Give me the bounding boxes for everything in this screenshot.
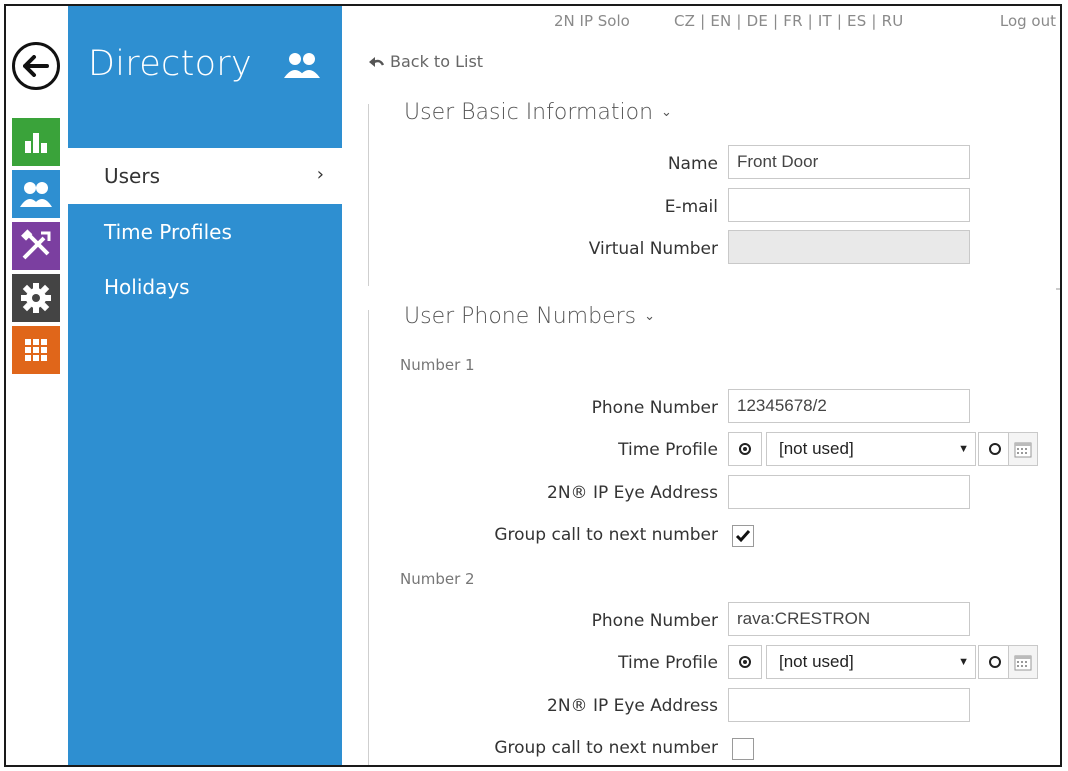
time-profile-value: [not used] [779,439,854,458]
status-chart-icon[interactable] [12,118,60,166]
services-grid-icon[interactable] [12,326,60,374]
ip-eye-address-label: 2N® IP Eye Address [547,483,718,503]
radio-checked-icon [739,443,751,455]
time-profile-select[interactable]: [not used] ▼ [766,645,976,679]
time-profile-radio-custom[interactable] [978,645,1012,679]
time-profile-radio-custom[interactable] [978,432,1012,466]
sidebar-item-holidays[interactable]: Holidays [68,259,342,315]
email-label: E-mail [664,197,718,217]
number-2-heading: Number 2 [400,570,475,588]
section-divider [368,104,377,286]
dropdown-arrow-icon: ▼ [958,443,969,455]
chevron-right-icon: › [316,164,324,185]
section-divider [368,310,377,765]
users-icon [282,50,322,84]
logout-link[interactable]: Log out [1000,12,1056,30]
sidebar-item-label: Holidays [104,275,190,299]
section-title: User Basic Information [404,100,654,125]
language-selector[interactable]: CZ | EN | DE | FR | IT | ES | RU [674,12,903,30]
radio-unchecked-icon [989,443,1001,455]
time-profile-radio-selected[interactable] [728,432,762,466]
time-profile-radio-selected[interactable] [728,645,762,679]
section-phone-numbers-header[interactable]: User Phone Numbers ⌄ [404,304,655,329]
section-title: User Phone Numbers [404,304,637,329]
sidebar-title: Directory [88,44,253,84]
number-1-heading: Number 1 [400,356,475,374]
time-profile-value: [not used] [779,652,854,671]
ip-eye-address-label: 2N® IP Eye Address [547,696,718,716]
virtual-number-field [728,230,970,264]
group-call-label: Group call to next number [494,525,718,545]
calendar-icon[interactable] [1008,645,1038,679]
phone-number-field[interactable] [728,602,970,636]
group-call-checkbox[interactable] [732,525,754,547]
name-label: Name [667,154,718,174]
dropdown-arrow-icon: ▼ [958,656,969,668]
time-profile-select[interactable]: [not used] ▼ [766,432,976,466]
sidebar-item-label: Users [104,164,161,188]
phone-number-label: Phone Number [591,611,718,631]
phone-number-label: Phone Number [591,398,718,418]
sidebar-item-users[interactable]: Users › [68,148,342,204]
back-to-list-link[interactable]: Back to List [368,52,483,71]
back-arrow-small-icon [369,56,384,67]
ip-eye-address-field[interactable] [728,688,970,722]
name-field[interactable] [728,145,970,179]
main-nav-bar [6,6,68,765]
sidebar-item-time-profiles[interactable]: Time Profiles [68,204,342,260]
chevron-down-icon: ⌄ [661,105,672,120]
calendar-icon[interactable] [1008,432,1038,466]
radio-checked-icon [739,656,751,668]
app-window: Directory Users › Time Profiles Holidays… [4,4,1062,767]
device-name: 2N IP Solo [554,12,630,30]
group-call-label: Group call to next number [494,738,718,758]
back-arrow-icon[interactable] [12,42,60,90]
sidebar: Directory Users › Time Profiles Holidays [68,6,342,765]
group-call-checkbox[interactable] [732,738,754,760]
directory-users-icon[interactable] [12,170,60,218]
email-field[interactable] [728,188,970,222]
back-to-list-label: Back to List [390,52,484,71]
section-basic-info-header[interactable]: User Basic Information ⌄ [404,100,672,125]
scroll-indicator [1056,288,1060,290]
phone-number-field[interactable] [728,389,970,423]
time-profile-label: Time Profile [618,440,718,460]
ip-eye-address-field[interactable] [728,475,970,509]
virtual-number-label: Virtual Number [588,239,718,259]
system-gear-icon[interactable] [12,274,60,322]
checkmark-icon [735,530,751,543]
chevron-down-icon: ⌄ [644,309,656,324]
time-profile-label: Time Profile [618,653,718,673]
hardware-tools-icon[interactable] [12,222,60,270]
sidebar-item-label: Time Profiles [104,220,232,244]
radio-unchecked-icon [989,656,1001,668]
